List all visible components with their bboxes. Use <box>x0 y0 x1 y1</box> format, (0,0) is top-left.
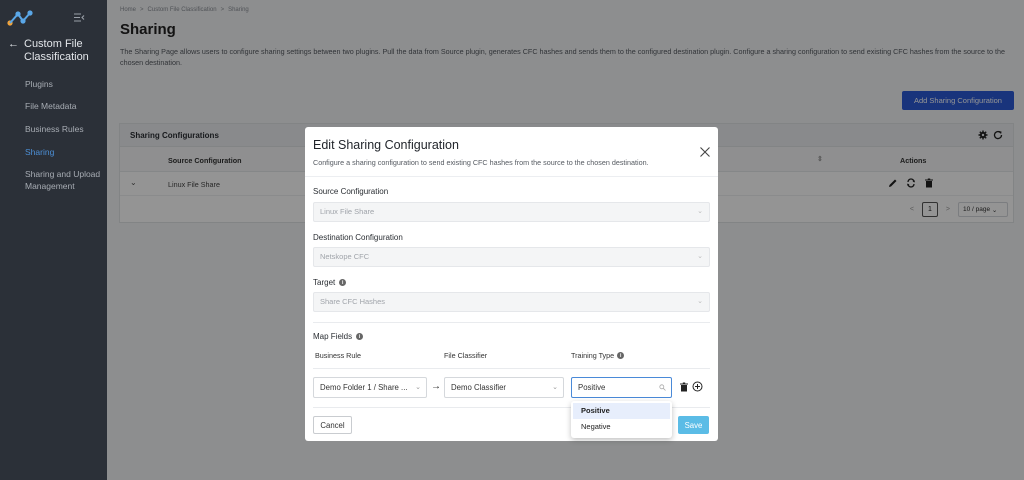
sidebar-item-plugins[interactable]: Plugins <box>25 78 105 90</box>
source-configuration-value: Linux File Share <box>320 207 375 216</box>
section-title: Custom File Classification <box>24 38 89 63</box>
column-training-type-text: Training Type <box>571 351 615 360</box>
target-value: Share CFC Hashes <box>320 297 386 306</box>
sidebar-item-business-rules[interactable]: Business Rules <box>25 123 105 135</box>
modal-title: Edit Sharing Configuration <box>313 138 459 152</box>
add-circle-icon[interactable] <box>692 381 703 392</box>
column-business-rule-text: Business Rule <box>315 351 361 360</box>
source-configuration-select: Linux File Share ⌄ <box>313 202 710 222</box>
info-icon[interactable]: i <box>339 279 347 286</box>
search-icon <box>659 384 666 391</box>
target-select: Share CFC Hashes ⌄ <box>313 292 710 312</box>
trash-icon[interactable] <box>679 382 689 392</box>
map-fields-label: Map Fields i <box>313 332 364 341</box>
target-label-text: Target <box>313 278 336 287</box>
sidebar-item-sharing[interactable]: Sharing <box>25 146 105 158</box>
sidebar-item-file-metadata[interactable]: File Metadata <box>25 100 105 112</box>
column-business-rule: Business Rule <box>315 351 361 360</box>
business-rule-value: Demo Folder 1 / Share ... <box>320 383 408 392</box>
training-type-dropdown: Positive Negative <box>571 401 672 438</box>
edit-sharing-configuration-modal: Edit Sharing Configuration Configure a s… <box>305 127 718 441</box>
destination-configuration-select: Netskope CFC ⌄ <box>313 247 710 267</box>
collapse-sidebar-icon[interactable] <box>73 12 85 23</box>
dropdown-option-positive[interactable]: Positive <box>573 403 670 419</box>
dropdown-option-negative[interactable]: Negative <box>573 419 670 435</box>
modal-subtitle: Configure a sharing configuration to sen… <box>313 158 649 167</box>
column-training-type: Training Type i <box>571 351 625 360</box>
source-configuration-label: Source Configuration <box>313 187 388 196</box>
column-file-classifier-text: File Classifier <box>444 351 488 360</box>
chevron-down-icon: ⌄ <box>697 208 703 215</box>
cancel-button[interactable]: Cancel <box>313 416 352 434</box>
arrow-right-icon: → <box>431 381 441 392</box>
training-type-select[interactable]: Positive <box>571 377 672 398</box>
map-header-divider <box>313 368 710 369</box>
chevron-down-icon: ⌄ <box>697 253 703 260</box>
destination-configuration-value: Netskope CFC <box>320 252 370 261</box>
business-rule-select[interactable]: Demo Folder 1 / Share ... ⌄ <box>313 377 427 398</box>
map-fields-label-text: Map Fields <box>313 332 353 341</box>
sidebar: ← Custom File Classification Plugins Fil… <box>0 0 107 480</box>
target-label: Target i <box>313 278 347 287</box>
save-button[interactable]: Save <box>678 416 709 434</box>
close-icon[interactable] <box>699 146 711 158</box>
destination-configuration-label: Destination Configuration <box>313 233 403 242</box>
chevron-down-icon: ⌄ <box>552 384 558 391</box>
info-icon[interactable]: i <box>356 333 364 340</box>
training-type-value: Positive <box>578 383 606 392</box>
column-file-classifier: File Classifier <box>444 351 487 360</box>
file-classifier-select[interactable]: Demo Classifier ⌄ <box>444 377 564 398</box>
chevron-down-icon: ⌄ <box>697 298 703 305</box>
destination-configuration-label-text: Destination Configuration <box>313 233 403 242</box>
logo-icon[interactable] <box>7 9 33 27</box>
info-icon[interactable]: i <box>617 352 625 359</box>
source-configuration-label-text: Source Configuration <box>313 187 389 196</box>
chevron-down-icon: ⌄ <box>415 384 421 391</box>
file-classifier-value: Demo Classifier <box>451 383 507 392</box>
section-divider <box>313 322 710 323</box>
sidebar-item-sharing-upload-management[interactable]: Sharing and Upload Management <box>25 168 105 192</box>
modal-header-divider <box>305 176 718 177</box>
back-link[interactable]: ← Custom File Classification <box>8 38 110 64</box>
back-arrow-icon: ← <box>8 38 19 50</box>
